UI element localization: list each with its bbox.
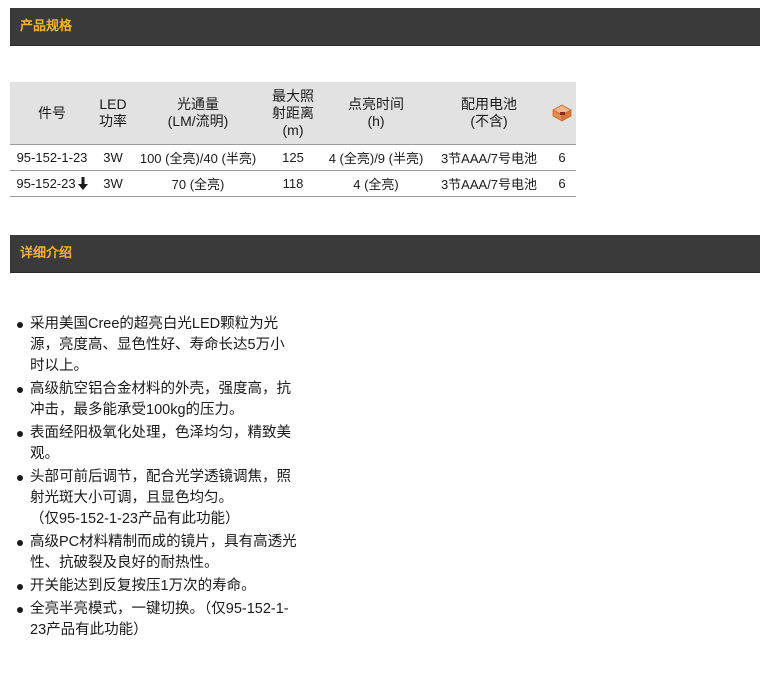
feature-list: 采用美国Cree的超亮白光LED颗粒为光源，亮度高、显色性好、寿命长达5万小时以… <box>14 314 299 643</box>
list-item: 全亮半亮模式，一键切换。（仅95-152-1-23产品有此功能） <box>14 599 299 641</box>
header-luminous-flux: 光通量 (LM/流明) <box>132 82 264 145</box>
intro-section-bar: 详细介绍 <box>10 235 760 273</box>
bullet-icon <box>17 540 23 546</box>
table-row: 95-152-23 3W 70 (全亮) 118 4 (全亮) 3节AAA/7号… <box>10 170 576 197</box>
bullet-icon <box>17 387 23 393</box>
cell-power: 3W <box>94 144 132 171</box>
specs-section-title: 产品规格 <box>20 19 73 34</box>
spec-table: 件号 LED 功率 光通量 (LM/流明) 最大照 射距离 (m) 点亮时间 (… <box>10 82 576 197</box>
cell-distance: 125 <box>264 144 322 171</box>
header-max-distance: 最大照 射距离 (m) <box>264 82 322 145</box>
list-item: 高级PC材料精制而成的镜片，具有高透光性、抗破裂及良好的耐热性。 <box>14 532 299 574</box>
bullet-icon <box>17 475 23 481</box>
bullet-icon <box>17 607 23 613</box>
list-item: 头部可前后调节，配合光学透镜调焦，照射光斑大小可调，且显色均匀。 （仅95-15… <box>14 467 299 530</box>
list-item: 表面经阳极氧化处理，色泽均匀，精致美观。 <box>14 423 299 465</box>
header-led-power: LED 功率 <box>94 82 132 145</box>
spec-table-header-row: 件号 LED 功率 光通量 (LM/流明) 最大照 射距离 (m) 点亮时间 (… <box>10 82 576 145</box>
cell-distance: 118 <box>264 170 322 197</box>
cell-battery: 3节AAA/7号电池 <box>430 144 548 171</box>
table-row: 95-152-1-23 3W 100 (全亮)/40 (半亮) 125 4 (全… <box>10 144 576 171</box>
list-item: 高级航空铝合金材料的外壳，强度高，抗冲击，最多能承受100kg的压力。 <box>14 379 299 421</box>
list-item: 采用美国Cree的超亮白光LED颗粒为光源，亮度高、显色性好、寿命长达5万小时以… <box>14 314 299 377</box>
cell-lumen: 70 (全亮) <box>132 170 264 197</box>
cell-qty: 6 <box>548 170 576 197</box>
cell-qty: 6 <box>548 144 576 171</box>
cell-battery: 3节AAA/7号电池 <box>430 170 548 197</box>
cell-code: 95-152-23 <box>10 170 94 197</box>
header-runtime: 点亮时间 (h) <box>322 82 430 145</box>
bullet-icon <box>17 584 23 590</box>
cell-lumen: 100 (全亮)/40 (半亮) <box>132 144 264 171</box>
bullet-icon <box>17 431 23 437</box>
package-box-icon <box>552 104 572 122</box>
cell-power: 3W <box>94 170 132 197</box>
cell-code: 95-152-1-23 <box>10 144 94 171</box>
bullet-icon <box>17 322 23 328</box>
list-item: 开关能达到反复按压1万次的寿命。 <box>14 576 299 597</box>
down-arrow-icon <box>77 177 88 190</box>
cell-runtime: 4 (全亮) <box>322 170 430 197</box>
specs-section-bar: 产品规格 <box>10 8 760 46</box>
header-part-number: 件号 <box>10 82 94 145</box>
cell-runtime: 4 (全亮)/9 (半亮) <box>322 144 430 171</box>
header-package-qty <box>548 82 576 145</box>
header-battery: 配用电池 (不含) <box>430 82 548 145</box>
intro-section-title: 详细介绍 <box>20 246 73 261</box>
